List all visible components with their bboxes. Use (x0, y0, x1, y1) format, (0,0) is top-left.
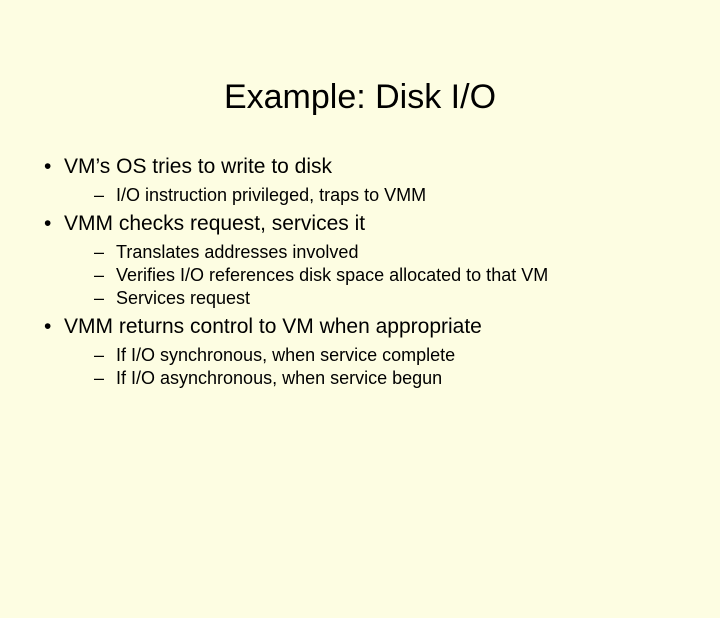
slide-title: Example: Disk I/O (0, 78, 720, 117)
list-item: If I/O asynchronous, when service begun (64, 368, 680, 389)
bullet-text: VM’s OS tries to write to disk (64, 155, 332, 178)
slide-content: VM’s OS tries to write to disk I/O instr… (0, 155, 720, 389)
sub-bullet-text: If I/O asynchronous, when service begun (116, 368, 442, 388)
sub-bullet-text: I/O instruction privileged, traps to VMM (116, 185, 426, 205)
sub-list: Translates addresses involved Verifies I… (64, 242, 680, 309)
sub-bullet-text: If I/O synchronous, when service complet… (116, 345, 455, 365)
slide: Example: Disk I/O VM’s OS tries to write… (0, 78, 720, 389)
list-item: VMM returns control to VM when appropria… (40, 315, 680, 389)
bullet-text: VMM returns control to VM when appropria… (64, 315, 482, 338)
list-item: I/O instruction privileged, traps to VMM (64, 185, 680, 206)
list-item: VM’s OS tries to write to disk I/O instr… (40, 155, 680, 206)
list-item: If I/O synchronous, when service complet… (64, 345, 680, 366)
sub-list: If I/O synchronous, when service complet… (64, 345, 680, 389)
bullet-text: VMM checks request, services it (64, 212, 365, 235)
sub-bullet-text: Services request (116, 288, 250, 308)
sub-list: I/O instruction privileged, traps to VMM (64, 185, 680, 206)
list-item: Translates addresses involved (64, 242, 680, 263)
sub-bullet-text: Translates addresses involved (116, 242, 358, 262)
list-item: Verifies I/O references disk space alloc… (64, 265, 680, 286)
list-item: VMM checks request, services it Translat… (40, 212, 680, 309)
bullet-list: VM’s OS tries to write to disk I/O instr… (40, 155, 680, 389)
sub-bullet-text: Verifies I/O references disk space alloc… (116, 265, 548, 285)
list-item: Services request (64, 288, 680, 309)
